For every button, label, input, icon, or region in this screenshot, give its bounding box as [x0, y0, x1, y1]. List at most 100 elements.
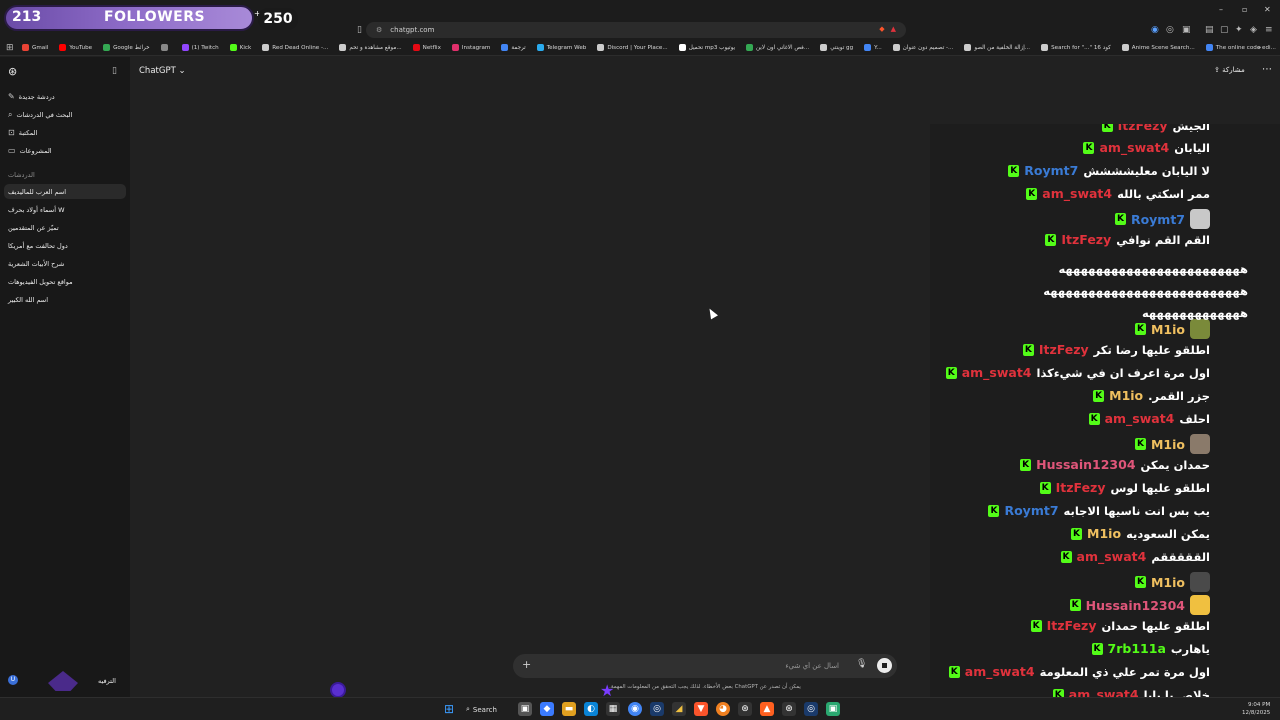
follower-count: 213	[12, 9, 42, 25]
chat-item[interactable]: دول تحالفت مع أمريكا	[8, 242, 68, 250]
search-chats-item[interactable]: ⌕ البحث في الدردشات	[8, 110, 72, 120]
audio-icon[interactable]: ◉	[1151, 25, 1159, 35]
bookmark-item[interactable]: تحميل mp3 يوتيوب	[678, 44, 735, 51]
chrome-icon[interactable]: ◉	[628, 702, 642, 716]
chat-message: K ItzFezy الجيش	[1101, 124, 1210, 133]
bookmark-item[interactable]: تصميم دون عنوان -...	[892, 44, 953, 51]
file-explorer-icon[interactable]: ▬	[562, 702, 576, 716]
bookmarks-overflow-icon[interactable]: »	[1258, 45, 1261, 51]
favicon-icon	[746, 44, 754, 51]
bookmark-item[interactable]: Anime Scene Search...	[1121, 44, 1195, 51]
bookmark-item[interactable]: Telegram Web	[536, 44, 586, 51]
chat-text: ياهارب	[1170, 641, 1210, 656]
bookmark-item[interactable]	[160, 44, 171, 51]
brave-icon[interactable]: ▼	[694, 702, 708, 716]
chat-username: M1io	[1150, 321, 1185, 337]
bookmark-item[interactable]: موقع مشاهدة و تحم...	[339, 44, 402, 51]
chat-message: K Hussain12304	[1069, 595, 1210, 615]
firefox-icon[interactable]: ◕	[716, 702, 730, 716]
bookmark-label: Y...	[874, 44, 882, 51]
model-name: ChatGPT	[139, 66, 176, 76]
browser-menu-icon[interactable]: ≡	[1265, 25, 1273, 35]
new-chat-item[interactable]: ✎ دردشة جديدة	[8, 92, 55, 101]
taskbar-search[interactable]: ⌕ Search	[466, 702, 508, 717]
library-item[interactable]: ⊡ المكتبة	[8, 128, 37, 137]
stop-button[interactable]	[877, 658, 892, 673]
bookmark-item[interactable]: Discord | Your Place...	[597, 44, 668, 51]
more-options-icon[interactable]: ⋯	[1262, 64, 1272, 75]
brave-rewards-icon[interactable]: ▲	[891, 25, 896, 33]
brave-shield-icon[interactable]: ◆	[879, 25, 884, 33]
sparkle-icon[interactable]: ✦	[1235, 25, 1243, 35]
kick-badge-icon: K	[1134, 323, 1146, 335]
chat-message: K ItzFezy اطلقو عليها حمدان	[1030, 618, 1210, 633]
steam-icon[interactable]: ◎	[650, 702, 664, 716]
bookmark-item[interactable]: Kick	[229, 44, 251, 51]
sidebar-toggle-icon[interactable]: ▤	[1205, 25, 1214, 35]
minimize-icon[interactable]: –	[1219, 5, 1223, 14]
chat-item[interactable]: مواقع تحويل الفيديوهات	[8, 278, 73, 286]
favicon-icon	[181, 44, 189, 51]
bookmark-item[interactable]: (1) Twitch	[181, 44, 219, 51]
sidebar-close-icon[interactable]: ▯	[112, 66, 117, 76]
bookmark-label: Gmail	[32, 44, 49, 51]
kick-badge-icon: K	[1083, 141, 1095, 154]
windows-start-icon[interactable]: ⊞	[442, 702, 456, 716]
close-icon[interactable]: ✕	[1264, 5, 1271, 14]
address-bar[interactable]: ⚙ chatgpt.com ◆ ▲	[366, 22, 906, 38]
copilot-icon[interactable]: ◆	[540, 702, 554, 716]
bookmark-item[interactable]: ترجمة	[501, 44, 526, 51]
screenshot-ext-icon[interactable]: ▣	[1182, 25, 1191, 35]
site-info-icon[interactable]: ⚙	[376, 26, 382, 34]
bookmark-item[interactable]: توينتي gg	[820, 44, 853, 51]
microphone-icon[interactable]: 🎙	[856, 659, 867, 669]
chatgpt-taskbar-icon[interactable]: ⊛	[782, 702, 796, 716]
app-icon-orange[interactable]: ▲	[760, 702, 774, 716]
bookmark-item[interactable]: YouTube	[59, 44, 92, 51]
edge-icon[interactable]: ◐	[584, 702, 598, 716]
chat-item[interactable]: اسم الله الكبير	[8, 296, 48, 304]
bookmark-item[interactable]: Search for "..." 16 كود	[1041, 44, 1111, 51]
taskbar-clock[interactable]: 9:04 PM 12/8/2025	[1242, 701, 1270, 717]
maximize-icon[interactable]: ▫	[1242, 5, 1247, 14]
wallet-icon[interactable]: ▢	[1220, 25, 1229, 35]
bookmark-item[interactable]: Google خرائط	[103, 44, 150, 51]
store-icon[interactable]: ▦	[606, 702, 620, 716]
bookmark-item[interactable]: Netflix	[412, 44, 441, 51]
apps-grid-icon[interactable]: ⊞	[6, 43, 14, 53]
bookmark-icon[interactable]: ▯	[357, 25, 362, 35]
openai-taskbar-icon[interactable]: ⊛	[738, 702, 752, 716]
share-button[interactable]: ⇪ مشاركة	[1214, 66, 1245, 74]
model-selector[interactable]: ChatGPT ⌄	[139, 66, 186, 76]
steam-icon-2[interactable]: ◎	[804, 702, 818, 716]
bookmark-item[interactable]: Y...	[864, 44, 882, 51]
avatar[interactable]: U	[8, 675, 18, 685]
chat-username: 7rb111a	[1107, 641, 1166, 656]
prompt-input[interactable]	[539, 660, 839, 672]
discord-ext-icon[interactable]: ◎	[1166, 25, 1174, 35]
projects-item[interactable]: ▭ المشروعات	[8, 146, 52, 155]
chat-item[interactable]: اسم العرب للماليديف	[8, 188, 66, 196]
favicon-icon	[892, 44, 900, 51]
app-icon[interactable]: ◢	[672, 702, 686, 716]
bookmark-item[interactable]: Instagram	[451, 44, 490, 51]
app-icon-green[interactable]: ▣	[826, 702, 840, 716]
chat-item[interactable]: شرح الأبيات الشعرية	[8, 260, 64, 268]
vpn-icon[interactable]: ◈	[1250, 25, 1257, 35]
favicon-icon	[103, 44, 111, 51]
chat-item[interactable]: أسماء أولاد بحرف W	[8, 206, 65, 214]
bookmark-item[interactable]: Gmail	[22, 44, 48, 51]
share-icon: ⇪	[1214, 66, 1220, 74]
openai-logo-icon[interactable]: ⊛	[8, 65, 17, 78]
chat-item[interactable]: تميّز عن المتقدمين	[8, 224, 59, 232]
clock-date: 12/8/2025	[1242, 710, 1271, 716]
chat-username: ItzFezy	[1038, 342, 1089, 357]
bookmark-label: موقع مشاهدة و تحم...	[349, 44, 402, 51]
plus-icon[interactable]: +	[522, 658, 531, 671]
bookmark-item[interactable]: فص الاغاني اون لاين...	[746, 44, 809, 51]
bookmark-item[interactable]: إزالة الخلفية من الصو...	[964, 44, 1030, 51]
task-view-icon[interactable]: ▣	[518, 702, 532, 716]
chat-text: ممر اسكتي بالله	[1117, 186, 1210, 201]
bookmark-item[interactable]: The online code edi...	[1205, 44, 1276, 51]
bookmark-item[interactable]: Red Dead Online -...	[262, 44, 328, 51]
